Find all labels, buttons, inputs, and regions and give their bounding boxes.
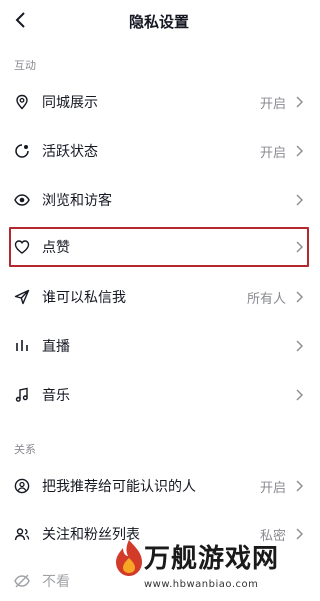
chevron-left-icon[interactable] bbox=[10, 9, 32, 31]
flame-logo-icon bbox=[116, 540, 142, 576]
setting-label: 不看 bbox=[42, 574, 70, 590]
users-icon bbox=[14, 528, 30, 541]
chevron-right-icon bbox=[296, 340, 303, 352]
eye-icon bbox=[14, 194, 30, 206]
location-pin-icon bbox=[16, 94, 28, 110]
chevron-right-icon bbox=[296, 145, 303, 157]
user-circle-icon bbox=[14, 478, 30, 494]
setting-label: 浏览和访客 bbox=[42, 193, 112, 209]
activity-status-icon bbox=[15, 144, 29, 158]
setting-row-music[interactable]: 音乐 bbox=[0, 375, 318, 415]
top-bar: 隐私设置 bbox=[0, 0, 318, 42]
setting-row-local-display[interactable]: 同城展示 开启 bbox=[0, 82, 318, 122]
setting-value: 所有人 bbox=[246, 291, 286, 307]
section-label-interaction: 互动 bbox=[14, 59, 36, 72]
setting-row-recommend-me[interactable]: 把我推荐给可能认识的人 开启 bbox=[0, 466, 318, 506]
chevron-right-icon bbox=[296, 194, 303, 206]
highlight-box bbox=[9, 227, 309, 267]
music-note-icon bbox=[15, 387, 28, 402]
setting-label: 把我推荐给可能认识的人 bbox=[42, 479, 196, 495]
setting-label: 同城展示 bbox=[42, 95, 98, 111]
setting-label: 音乐 bbox=[42, 388, 70, 404]
setting-value: 开启 bbox=[259, 145, 286, 161]
setting-label: 直播 bbox=[42, 339, 70, 355]
setting-row-who-can-message[interactable]: 谁可以私信我 所有人 bbox=[0, 277, 318, 317]
setting-row-active-status[interactable]: 活跃状态 开启 bbox=[0, 131, 318, 171]
setting-row-live[interactable]: 直播 bbox=[0, 326, 318, 366]
setting-label: 谁可以私信我 bbox=[42, 290, 126, 306]
send-icon bbox=[14, 289, 30, 305]
chevron-right-icon bbox=[296, 389, 303, 401]
chevron-right-icon bbox=[296, 480, 303, 492]
setting-value: 开启 bbox=[259, 96, 286, 112]
watermark-title: 万舰游戏网 bbox=[144, 544, 280, 574]
setting-label: 活跃状态 bbox=[42, 144, 98, 160]
live-bars-icon bbox=[16, 340, 28, 351]
setting-row-views-visitors[interactable]: 浏览和访客 bbox=[0, 180, 318, 220]
chevron-right-icon bbox=[296, 96, 303, 108]
eye-off-icon bbox=[14, 574, 30, 588]
page-title: 隐私设置 bbox=[128, 12, 189, 31]
setting-value: 开启 bbox=[259, 480, 286, 496]
section-label-relations: 关系 bbox=[14, 443, 36, 456]
watermark: 万舰游戏网 www.hbwanbiao.com bbox=[112, 534, 318, 600]
watermark-url: www.hbwanbiao.com bbox=[144, 579, 259, 590]
chevron-right-icon bbox=[296, 291, 303, 303]
